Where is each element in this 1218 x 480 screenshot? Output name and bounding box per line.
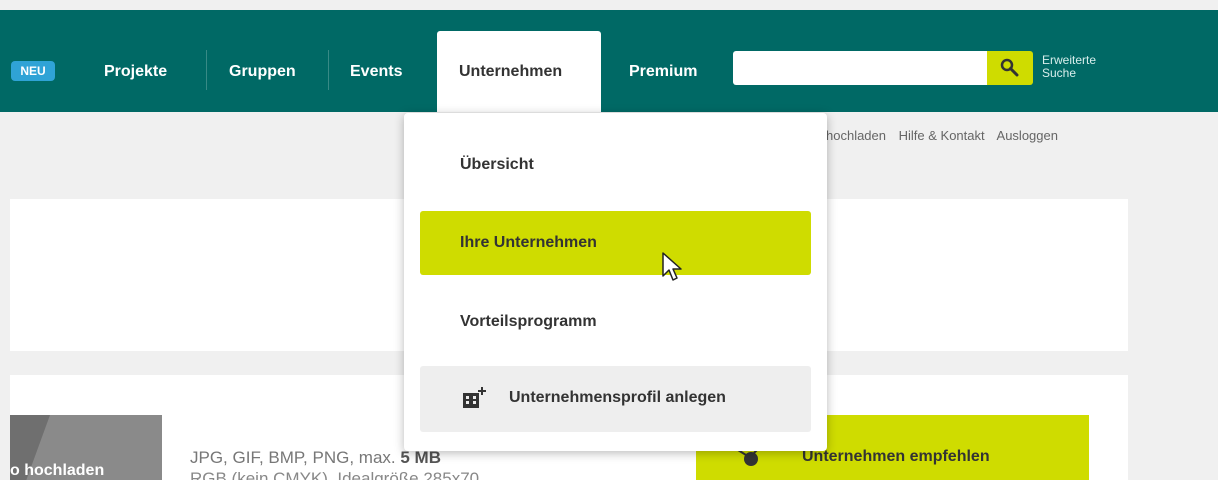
advanced-search-link[interactable]: Erweiterte Suche (1042, 54, 1122, 80)
mouse-cursor-icon (662, 252, 682, 281)
nav-projekte[interactable]: Projekte (104, 62, 167, 82)
upload-link[interactable]: hochladen (826, 128, 886, 143)
nav-unternehmen-label: Unternehmen (459, 63, 563, 80)
file-dimension-info: RGB (kein CMYK), Idealgröße 285x70 (190, 469, 480, 480)
search-input[interactable] (733, 51, 987, 85)
menu-item-create-company-profile[interactable]: Unternehmensprofil anlegen (420, 366, 811, 432)
menu-item-label: Vorteilsprogramm (460, 313, 597, 330)
top-navigation (0, 10, 1218, 112)
building-add-icon (463, 387, 486, 408)
nav-unternehmen-active[interactable]: Unternehmen (437, 31, 601, 121)
nav-separator (328, 50, 329, 90)
nav-premium[interactable]: Premium (629, 62, 697, 82)
logout-link[interactable]: Ausloggen (997, 128, 1058, 143)
menu-item-label: Ihre Unternehmen (460, 234, 597, 251)
nav-events[interactable]: Events (350, 62, 402, 82)
recommend-label: Unternehmen empfehlen (802, 448, 990, 465)
search-button[interactable] (987, 51, 1033, 85)
unternehmen-dropdown: Übersicht Ihre Unternehmen Vorteilsprogr… (404, 113, 827, 451)
new-badge: NEU (11, 61, 55, 81)
nav-separator (206, 50, 207, 90)
nav-gruppen[interactable]: Gruppen (229, 62, 296, 82)
menu-item-label: Unternehmensprofil anlegen (509, 389, 726, 406)
file-format-info: JPG, GIF, BMP, PNG, max. 5 MB (190, 448, 441, 467)
user-links: hochladen Hilfe & Kontakt Ausloggen (826, 128, 1067, 143)
menu-item-uebersicht[interactable]: Übersicht (420, 133, 811, 197)
menu-item-label: Übersicht (460, 156, 534, 173)
help-contact-link[interactable]: Hilfe & Kontakt (899, 128, 985, 143)
upload-label: o hochladen (10, 462, 105, 479)
search-icon (1000, 58, 1019, 77)
menu-item-vorteilsprogramm[interactable]: Vorteilsprogramm (420, 290, 811, 354)
menu-item-ihre-unternehmen[interactable]: Ihre Unternehmen (420, 211, 811, 275)
